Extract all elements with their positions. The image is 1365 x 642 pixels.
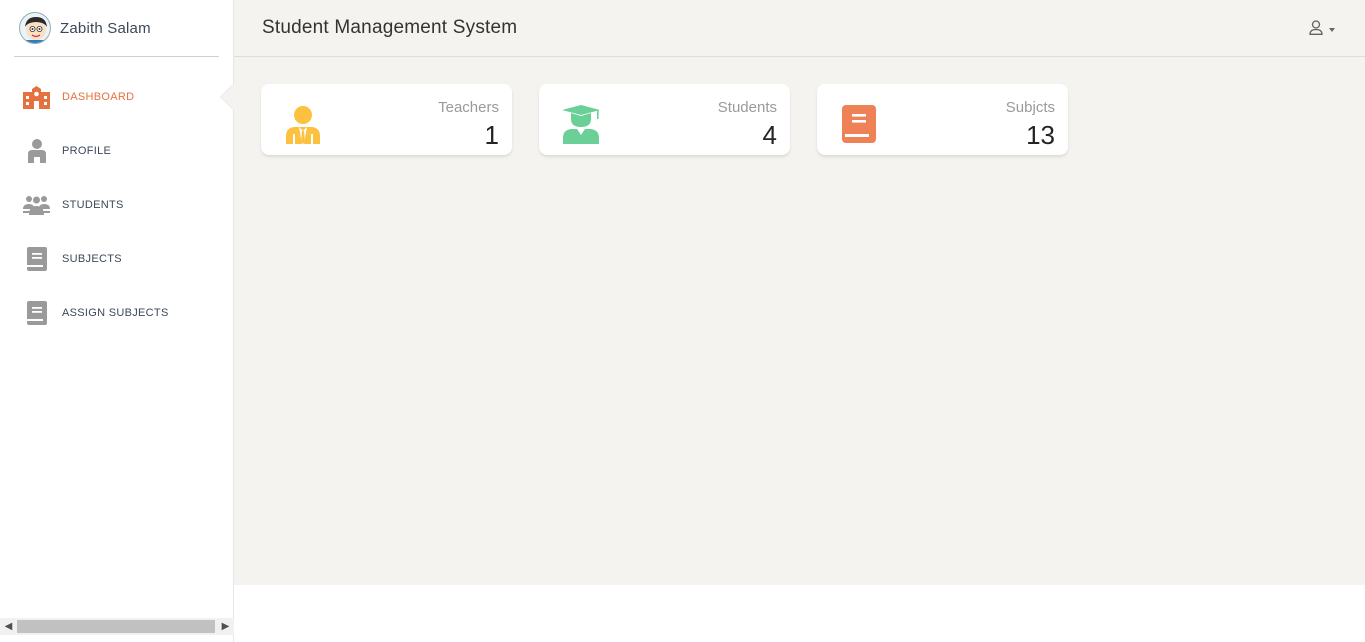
scrollbar-thumb[interactable] — [17, 620, 215, 633]
main-panel: Student Management System Teachers 1 Stu… — [234, 0, 1365, 585]
active-indicator — [221, 83, 235, 111]
book-icon — [23, 300, 50, 327]
teacher-icon — [283, 104, 323, 144]
book-icon — [839, 104, 879, 144]
school-icon — [23, 84, 50, 111]
chevron-down-icon — [1329, 28, 1335, 32]
card-value: 1 — [484, 120, 499, 150]
card-title: Subjcts — [1005, 99, 1055, 116]
horizontal-scrollbar[interactable]: ◀ ▶ — [0, 618, 234, 635]
scroll-right-icon[interactable]: ▶ — [217, 618, 234, 635]
stat-card-students: Students 4 — [539, 84, 790, 155]
footer-area — [234, 585, 1365, 642]
users-icon — [23, 192, 50, 219]
sidebar-nav: DASHBOARD PROFILE STUDENTS SUBJECTS ASSI… — [0, 70, 235, 340]
sidebar-item-label: ASSIGN SUBJECTS — [62, 307, 169, 319]
sidebar-item-label: STUDENTS — [62, 199, 124, 211]
card-title: Teachers — [438, 99, 499, 116]
sidebar-item-label: PROFILE — [62, 145, 112, 157]
sidebar-item-profile[interactable]: PROFILE — [0, 124, 234, 178]
card-value: 4 — [762, 120, 777, 150]
top-navbar: Student Management System — [234, 0, 1365, 57]
sidebar-item-label: DASHBOARD — [62, 91, 135, 103]
graduate-icon — [561, 104, 601, 144]
user-menu-dropdown[interactable] — [1309, 20, 1335, 40]
book-icon — [23, 246, 50, 273]
user-name: Zabith Salam — [60, 19, 151, 37]
stat-card-subjects: Subjcts 13 — [817, 84, 1068, 155]
sidebar-item-label: SUBJECTS — [62, 253, 122, 265]
avatar — [19, 12, 51, 44]
user-profile[interactable]: Zabith Salam — [14, 0, 219, 57]
card-title: Students — [717, 99, 777, 116]
sidebar: Zabith Salam DASHBOARD PROFILE STUDENTS … — [0, 0, 235, 642]
sidebar-item-dashboard[interactable]: DASHBOARD — [0, 70, 235, 124]
stat-card-teachers: Teachers 1 — [261, 84, 512, 155]
user-icon — [1309, 20, 1323, 40]
scroll-left-icon[interactable]: ◀ — [0, 618, 17, 635]
page-title: Student Management System — [262, 17, 518, 38]
card-value: 13 — [1026, 120, 1055, 150]
sidebar-item-assign-subjects[interactable]: ASSIGN SUBJECTS — [0, 286, 234, 340]
sidebar-item-subjects[interactable]: SUBJECTS — [0, 232, 234, 286]
sidebar-item-students[interactable]: STUDENTS — [0, 178, 234, 232]
person-icon — [23, 138, 50, 165]
